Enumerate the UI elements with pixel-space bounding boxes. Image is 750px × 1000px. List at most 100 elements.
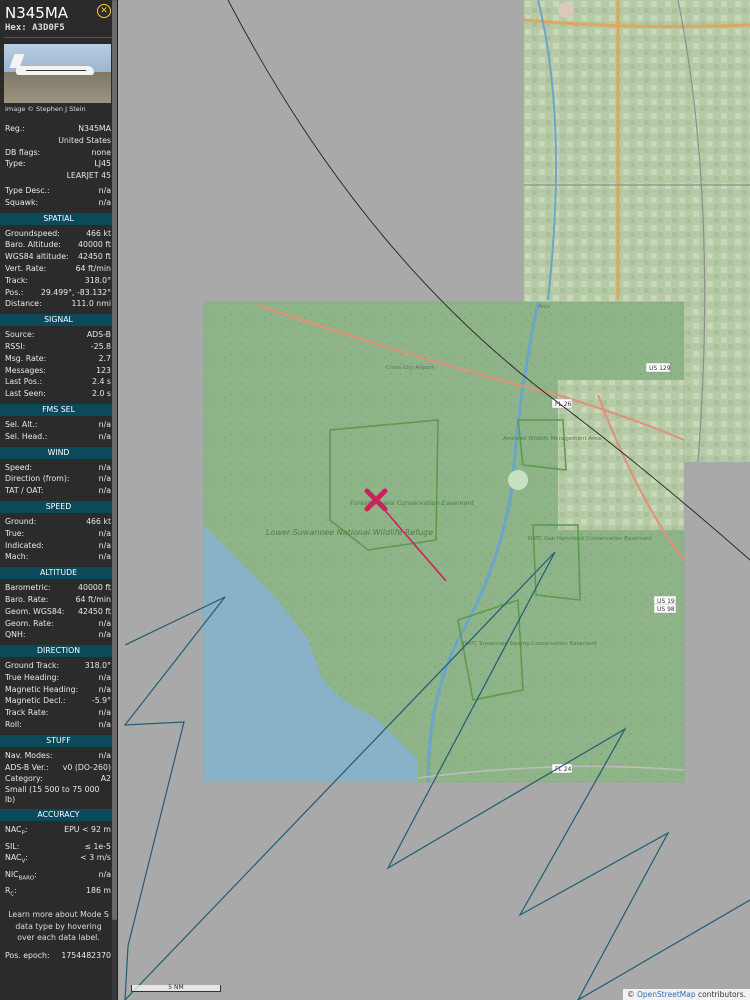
signal-row: Last Pos.: 2.4 s <box>0 376 117 388</box>
fms-value: n/a <box>98 419 111 429</box>
stuff-value: n/a <box>98 750 111 760</box>
signal-label: Source: <box>5 330 35 340</box>
close-icon[interactable]: ✕ <box>97 4 111 18</box>
section-direction: DIRECTION <box>0 645 117 658</box>
label-natc-suwannee: NATC Suwannee Swamp Conservation Easemen… <box>463 641 598 647</box>
dbflags-value: none <box>91 147 111 157</box>
map-view[interactable]: Cross City Airport Arco Andrews Wildlife… <box>118 0 750 1000</box>
scale-label: 5 NM <box>168 984 184 991</box>
wind-value: n/a <box>98 474 111 484</box>
wind-value: n/a <box>98 486 111 496</box>
hex-label: Hex: <box>5 23 27 33</box>
country: United States <box>58 135 111 145</box>
type-row: Type: LJ45 <box>0 158 117 170</box>
spatial-row: Baro. Altitude: 40000 ft <box>0 239 117 251</box>
speed-label: True: <box>5 528 25 538</box>
nacv-sub: V <box>21 858 26 865</box>
altitude-label: Baro. Rate: <box>5 594 49 604</box>
info-note: Learn more about Mode S data type by hov… <box>8 910 109 943</box>
section-stuff: STUFF <box>0 734 117 747</box>
aircraft-info-panel: N345MA Hex: A3D0F5 ✕ Image © Stephen J S… <box>0 0 118 1000</box>
spatial-value: 111.0 nmi <box>71 299 111 309</box>
nicbaro-row: NICBARO: n/a <box>0 869 117 885</box>
signal-value: 123 <box>96 365 111 375</box>
altitude-row: Baro. Rate: 64 ft/min <box>0 594 117 606</box>
altitude-row: QNH: n/a <box>0 629 117 641</box>
speed-label: Ground: <box>5 516 37 526</box>
fms-row: Sel. Alt.: n/a <box>0 419 117 431</box>
section-speed: SPEED <box>0 500 117 513</box>
spatial-value: 318.0° <box>84 275 111 285</box>
spatial-row: Pos.: 29.499°, -83.132° <box>0 287 117 299</box>
direction-value: n/a <box>98 684 111 694</box>
signal-label: Msg. Rate: <box>5 353 47 363</box>
stuff-row: Nav. Modes: n/a <box>0 750 117 762</box>
hex-code: Hex: A3D0F5 <box>5 23 111 33</box>
spatial-label: Vert. Rate: <box>5 263 47 273</box>
sil-row: SIL: ≤ 1e-5 <box>0 841 117 853</box>
map-canvas[interactable]: Cross City Airport Arco Andrews Wildlife… <box>118 0 750 1000</box>
direction-value: -5.9° <box>91 696 111 706</box>
signal-value: 2.4 s <box>92 377 111 387</box>
type-value: LJ45 <box>94 159 111 169</box>
signal-value: -25.8 <box>90 341 111 351</box>
sidebar-scrollbar[interactable] <box>112 0 117 1000</box>
type-name: LEARJET 45 <box>66 171 111 181</box>
label-andrews: Andrews Wildlife Management Area <box>503 436 601 442</box>
section-altitude: ALTITUDE <box>0 567 117 580</box>
fms-row: Sel. Head.: n/a <box>0 431 117 443</box>
speed-row: Mach: n/a <box>0 551 117 563</box>
wind-row: Direction (from): n/a <box>0 473 117 485</box>
signal-label: RSSI: <box>5 341 26 351</box>
map-attribution: © OpenStreetMap contributors. <box>623 989 750 1000</box>
signal-row: Msg. Rate: 2.7 <box>0 353 117 365</box>
signal-row: Last Seen: 2.0 s <box>0 388 117 400</box>
direction-value: 318.0° <box>84 661 111 671</box>
spatial-value: 42450 ft <box>78 252 111 262</box>
spatial-label: Distance: <box>5 299 42 309</box>
spatial-value: 40000 ft <box>78 240 111 250</box>
header-divider <box>4 37 113 38</box>
stuff-value: v0 (DO-260) <box>62 762 111 772</box>
altitude-value: n/a <box>98 618 111 628</box>
spatial-value: 466 kt <box>86 228 111 238</box>
photo-credit: Image © Stephen J Stein <box>5 105 86 113</box>
speed-value: n/a <box>98 540 111 550</box>
stuff-value: A2 <box>100 774 111 784</box>
direction-label: Magnetic Heading: <box>5 684 79 694</box>
aircraft-photo[interactable] <box>4 44 111 103</box>
rc-value: 186 m <box>86 886 111 896</box>
panel-header: N345MA Hex: A3D0F5 ✕ <box>0 0 117 33</box>
wind-label: TAT / OAT: <box>5 486 44 496</box>
scale-bar: 5 NM <box>131 985 221 992</box>
nacp-row: NACP: EPU < 92 m <box>0 824 117 840</box>
openstreetmap-link[interactable]: OpenStreetMap <box>637 990 696 999</box>
spatial-label: Baro. Altitude: <box>5 240 61 250</box>
spatial-row: Groundspeed: 466 kt <box>0 228 117 240</box>
spatial-row: WGS84 altitude: 42450 ft <box>0 251 117 263</box>
label-arco: Arco <box>538 304 551 310</box>
stuff-row: ADS-B Ver.: v0 (DO-260) <box>0 762 117 774</box>
direction-row: Track Rate: n/a <box>0 707 117 719</box>
nacp-label: NAC <box>5 825 22 835</box>
altitude-value: n/a <box>98 630 111 640</box>
rc-row: RC: 186 m <box>0 885 117 901</box>
direction-value: n/a <box>98 720 111 730</box>
label-natc-oak: NATC Oak Hammock Conservation Easement <box>528 536 653 542</box>
speed-value: n/a <box>98 528 111 538</box>
spatial-label: Pos.: <box>5 287 24 297</box>
rc-sub: C <box>10 891 15 898</box>
shield-us129: US 129 <box>649 365 671 372</box>
label-cross-city: Cross City Airport <box>386 365 435 371</box>
stuff-label: ADS-B Ver.: <box>5 762 49 772</box>
typedesc-value: n/a <box>98 185 111 195</box>
direction-label: True Heading: <box>5 672 60 682</box>
nicbaro-label: NIC <box>5 869 19 879</box>
typedesc-label: Type Desc.: <box>5 185 50 195</box>
sil-value: ≤ 1e-5 <box>84 841 111 851</box>
section-fms-sel: FMS SEL <box>0 403 117 416</box>
stuff-row: Category: A2 <box>0 773 117 785</box>
sidebar-scroll-thumb[interactable] <box>112 0 117 920</box>
direction-label: Track Rate: <box>5 708 49 718</box>
signal-label: Messages: <box>5 365 46 375</box>
